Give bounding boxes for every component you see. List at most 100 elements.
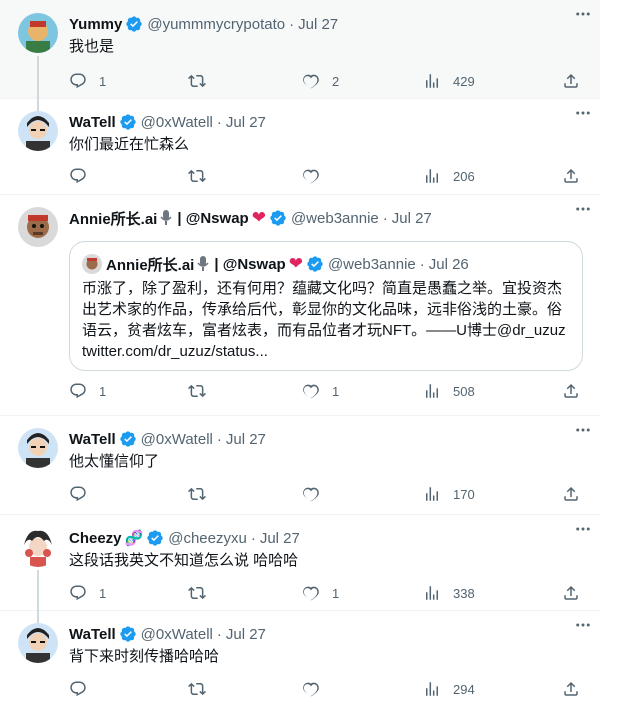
user-handle[interactable]: @web3annie xyxy=(291,210,379,227)
verified-badge-icon xyxy=(119,626,136,642)
avatar[interactable] xyxy=(18,207,58,247)
reply-button[interactable] xyxy=(69,680,87,698)
views-button[interactable]: 206 xyxy=(423,167,475,185)
retweet-button[interactable] xyxy=(188,680,206,698)
tweet-date[interactable]: Jul 27 xyxy=(260,530,300,547)
red-heart-icon: ❤ xyxy=(251,208,266,227)
reply-button[interactable]: 1 xyxy=(69,72,106,90)
tweet-actions: 294 xyxy=(69,679,586,699)
quoted-tweet[interactable]: Annie所长.ai | @Nswap ❤ @web3annie · Jul 2… xyxy=(69,241,583,371)
more-options-button[interactable] xyxy=(570,420,596,440)
reply-button[interactable]: 1 xyxy=(69,584,106,602)
share-icon xyxy=(564,168,578,183)
display-name[interactable]: WaTell xyxy=(69,114,116,131)
user-handle[interactable]: @yummmycrypotato xyxy=(147,16,285,33)
tweet[interactable]: Annie所长.ai | @Nswap ❤ @web3annie · Jul 2… xyxy=(0,195,600,416)
tweet-date[interactable]: Jul 27 xyxy=(226,114,266,131)
retweet-button[interactable] xyxy=(188,167,206,185)
tweet-header: Annie所长.ai | @Nswap ❤ @web3annie · Jul 2… xyxy=(69,207,586,229)
share-button[interactable] xyxy=(562,382,580,400)
tweet-header: WaTell @0xWatell · Jul 27 xyxy=(69,111,586,133)
views-button[interactable]: 429 xyxy=(423,72,475,90)
tweet-header: Cheezy 🧬 @cheezyxu · Jul 27 xyxy=(69,527,586,549)
tweet-text: 你们最近在忙森么 xyxy=(69,136,190,153)
views-count: 429 xyxy=(453,73,475,89)
tweet[interactable]: WaTell @0xWatell · Jul 27 背下来时刻传播哈哈哈 294 xyxy=(0,611,600,705)
share-icon xyxy=(564,73,578,88)
verified-badge-icon xyxy=(119,431,136,447)
views-button[interactable]: 338 xyxy=(423,584,475,602)
separator-dot: · xyxy=(216,113,222,131)
display-name[interactable]: WaTell xyxy=(69,431,116,448)
user-handle[interactable]: @0xWatell xyxy=(141,431,213,448)
share-icon xyxy=(564,585,578,600)
reply-icon xyxy=(70,681,86,697)
separator-dot: · xyxy=(216,430,222,448)
tweet[interactable]: Yummy @yummmycrypotato · Jul 27 我也是 1 2 xyxy=(0,0,600,100)
tweet-content: Cheezy 🧬 @cheezyxu · Jul 27 这段话我英文不知道怎么说… xyxy=(69,527,586,601)
views-button[interactable]: 508 xyxy=(423,382,475,400)
reply-thread-timeline: Yummy @yummmycrypotato · Jul 27 我也是 1 2 xyxy=(0,0,600,705)
views-count: 294 xyxy=(453,681,475,697)
like-button[interactable] xyxy=(302,485,320,503)
more-icon xyxy=(576,111,590,115)
like-button[interactable]: 1 xyxy=(302,382,339,400)
share-button[interactable] xyxy=(562,72,580,90)
thread-line xyxy=(37,611,39,623)
quoted-tweet-header: Annie所长.ai | @Nswap ❤ @web3annie · Jul 2… xyxy=(82,254,570,274)
avatar[interactable] xyxy=(18,428,58,468)
like-button[interactable] xyxy=(302,167,320,185)
quoted-tweet-date: Jul 26 xyxy=(428,255,469,273)
tweet-date[interactable]: Jul 27 xyxy=(226,626,266,643)
tweet-content: Annie所长.ai | @Nswap ❤ @web3annie · Jul 2… xyxy=(69,207,586,399)
display-name-suffix: | @Nswap xyxy=(177,209,249,227)
more-options-button[interactable] xyxy=(570,103,596,123)
more-options-button[interactable] xyxy=(570,4,596,24)
share-button[interactable] xyxy=(562,167,580,185)
tweet[interactable]: WaTell @0xWatell · Jul 27 他太懂信仰了 170 xyxy=(0,416,600,515)
tweet-actions: 1 1 508 xyxy=(69,381,586,401)
share-button[interactable] xyxy=(562,584,580,602)
retweet-icon xyxy=(188,487,206,501)
views-button[interactable]: 170 xyxy=(423,485,475,503)
reply-button[interactable]: 1 xyxy=(69,382,106,400)
user-handle[interactable]: @0xWatell xyxy=(141,114,213,131)
tweet[interactable]: WaTell @0xWatell · Jul 27 你们最近在忙森么 206 xyxy=(0,99,600,195)
reply-button[interactable] xyxy=(69,485,87,503)
reply-icon xyxy=(70,168,86,184)
more-options-button[interactable] xyxy=(570,615,596,635)
retweet-button[interactable] xyxy=(188,382,206,400)
quoted-display-name: Annie所长.ai xyxy=(106,256,195,274)
avatar[interactable] xyxy=(18,13,58,53)
share-button[interactable] xyxy=(562,680,580,698)
like-button[interactable]: 1 xyxy=(302,584,339,602)
display-name[interactable]: Yummy xyxy=(69,16,122,33)
tweet-date[interactable]: Jul 27 xyxy=(392,210,432,227)
more-options-button[interactable] xyxy=(570,199,596,219)
reply-button[interactable] xyxy=(69,167,99,185)
display-name[interactable]: WaTell xyxy=(69,626,116,643)
like-button[interactable] xyxy=(302,680,320,698)
tweet-header: WaTell @0xWatell · Jul 27 xyxy=(69,428,586,450)
user-handle[interactable]: @0xWatell xyxy=(141,626,213,643)
display-name[interactable]: Cheezy xyxy=(69,530,122,547)
avatar[interactable] xyxy=(18,527,58,567)
avatar[interactable] xyxy=(18,111,58,151)
user-handle[interactable]: @cheezyxu xyxy=(168,530,247,547)
avatar[interactable] xyxy=(18,623,58,663)
display-name[interactable]: Annie所长.ai xyxy=(69,208,157,229)
views-button[interactable]: 294 xyxy=(423,680,475,698)
tweet-date[interactable]: Jul 27 xyxy=(298,16,338,33)
retweet-button[interactable] xyxy=(188,72,206,90)
retweet-button[interactable] xyxy=(188,485,206,503)
retweet-icon xyxy=(188,74,206,88)
tweet-text: 背下来时刻传播哈哈哈 xyxy=(69,648,220,665)
reply-count: 1 xyxy=(99,383,107,399)
tweet[interactable]: Cheezy 🧬 @cheezyxu · Jul 27 这段话我英文不知道怎么说… xyxy=(0,515,600,612)
share-button[interactable] xyxy=(562,485,580,503)
tweet-date[interactable]: Jul 27 xyxy=(226,431,266,448)
more-options-button[interactable] xyxy=(570,519,596,539)
like-count: 1 xyxy=(332,383,340,399)
like-button[interactable]: 2 xyxy=(302,72,339,90)
retweet-button[interactable] xyxy=(188,584,206,602)
